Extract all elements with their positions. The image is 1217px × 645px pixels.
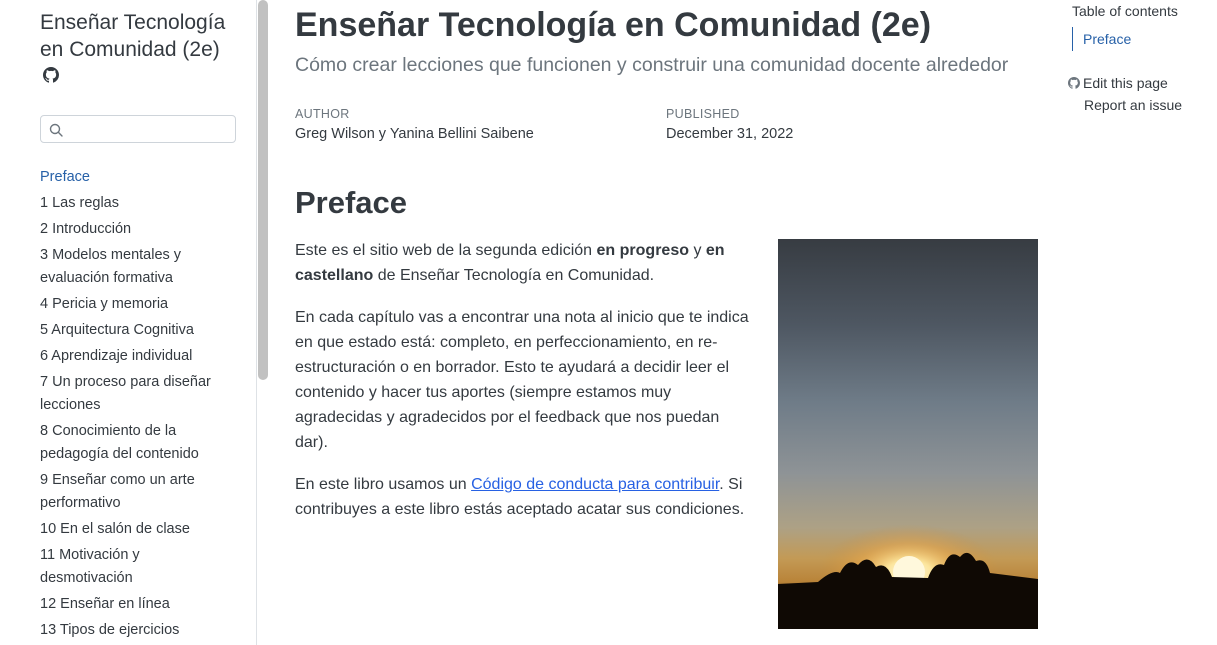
edit-page-label: Edit this page [1083, 75, 1168, 91]
sidebar-item-preface[interactable]: Preface [40, 166, 220, 189]
page-title: Enseñar Tecnología en Comunidad (2e) [295, 6, 932, 44]
cover-image [778, 239, 1038, 629]
paragraph-status-note: En cada capítulo vas a encontrar una not… [295, 309, 749, 451]
published-label: PUBLISHED [666, 107, 740, 121]
book-title[interactable]: Enseñar Tecnología en Comunidad (2e) [40, 9, 240, 63]
sidebar: Enseñar Tecnología en Comunidad (2e) Pre… [0, 0, 257, 645]
sidebar-item-ensenar-en-linea[interactable]: 12 Enseñar en línea [40, 593, 220, 616]
sunset-illustration [778, 524, 1038, 629]
preface-text: Este es el sitio web de la segunda edici… [295, 238, 753, 539]
sidebar-item-modelos-mentales[interactable]: 3 Modelos mentales y evaluación formativ… [40, 244, 220, 290]
sidebar-item-arquitectura-cognitiva[interactable]: 5 Arquitectura Cognitiva [40, 319, 220, 342]
published-date: December 31, 2022 [666, 126, 794, 142]
report-issue-label: Report an issue [1084, 97, 1183, 113]
paragraph-code-of-conduct: En este libro usamos un Código de conduc… [295, 476, 745, 518]
paragraph-intro: Este es el sitio web de la segunda edici… [295, 242, 725, 284]
sidebar-item-conocimiento-pedagogia[interactable]: 8 Conocimiento de la pedagogía del conte… [40, 420, 220, 466]
search-icon [49, 123, 63, 137]
sidebar-item-pericia-y-memoria[interactable]: 4 Pericia y memoria [40, 293, 220, 316]
report-issue-link[interactable]: Report an issue [1068, 94, 1182, 116]
sidebar-item-motivacion[interactable]: 11 Motivación y desmotivación [40, 544, 220, 590]
chapter-nav: Preface 1 Las reglas 2 Introducción 3 Mo… [40, 166, 220, 645]
page-actions: Edit this page Report an issue [1068, 72, 1182, 116]
search-box [40, 115, 236, 143]
code-of-conduct-link[interactable]: Código de conducta para contribuir [471, 476, 719, 493]
section-title: Preface [295, 185, 408, 220]
sidebar-item-proceso-lecciones[interactable]: 7 Un proceso para diseñar lecciones [40, 371, 220, 417]
sidebar-item-introduccion[interactable]: 2 Introducción [40, 218, 220, 241]
sidebar-item-aprendizaje-individual[interactable]: 6 Aprendizaje individual [40, 345, 220, 368]
toc-item-preface[interactable]: Preface [1083, 31, 1131, 47]
edit-page-link[interactable]: Edit this page [1068, 72, 1182, 94]
sidebar-item-tipos-de-ejercicios[interactable]: 13 Tipos de ejercicios [40, 619, 220, 642]
author-label: AUTHOR [295, 107, 350, 121]
sidebar-item-arte-performativo[interactable]: 9 Enseñar como un arte performativo [40, 469, 220, 515]
sidebar-item-las-reglas[interactable]: 1 Las reglas [40, 192, 220, 215]
sidebar-scrollbar[interactable] [258, 0, 268, 380]
github-icon[interactable] [43, 67, 59, 83]
search-input[interactable] [67, 119, 235, 141]
toc-active-indicator [1072, 27, 1073, 51]
sidebar-item-salon-de-clase[interactable]: 10 En el salón de clase [40, 518, 220, 541]
toc-title: Table of contents [1072, 3, 1178, 19]
author-name: Greg Wilson y Yanina Bellini Saibene [295, 126, 534, 142]
page-subtitle: Cómo crear lecciones que funcionen y con… [295, 54, 1009, 76]
github-icon [1068, 77, 1080, 89]
